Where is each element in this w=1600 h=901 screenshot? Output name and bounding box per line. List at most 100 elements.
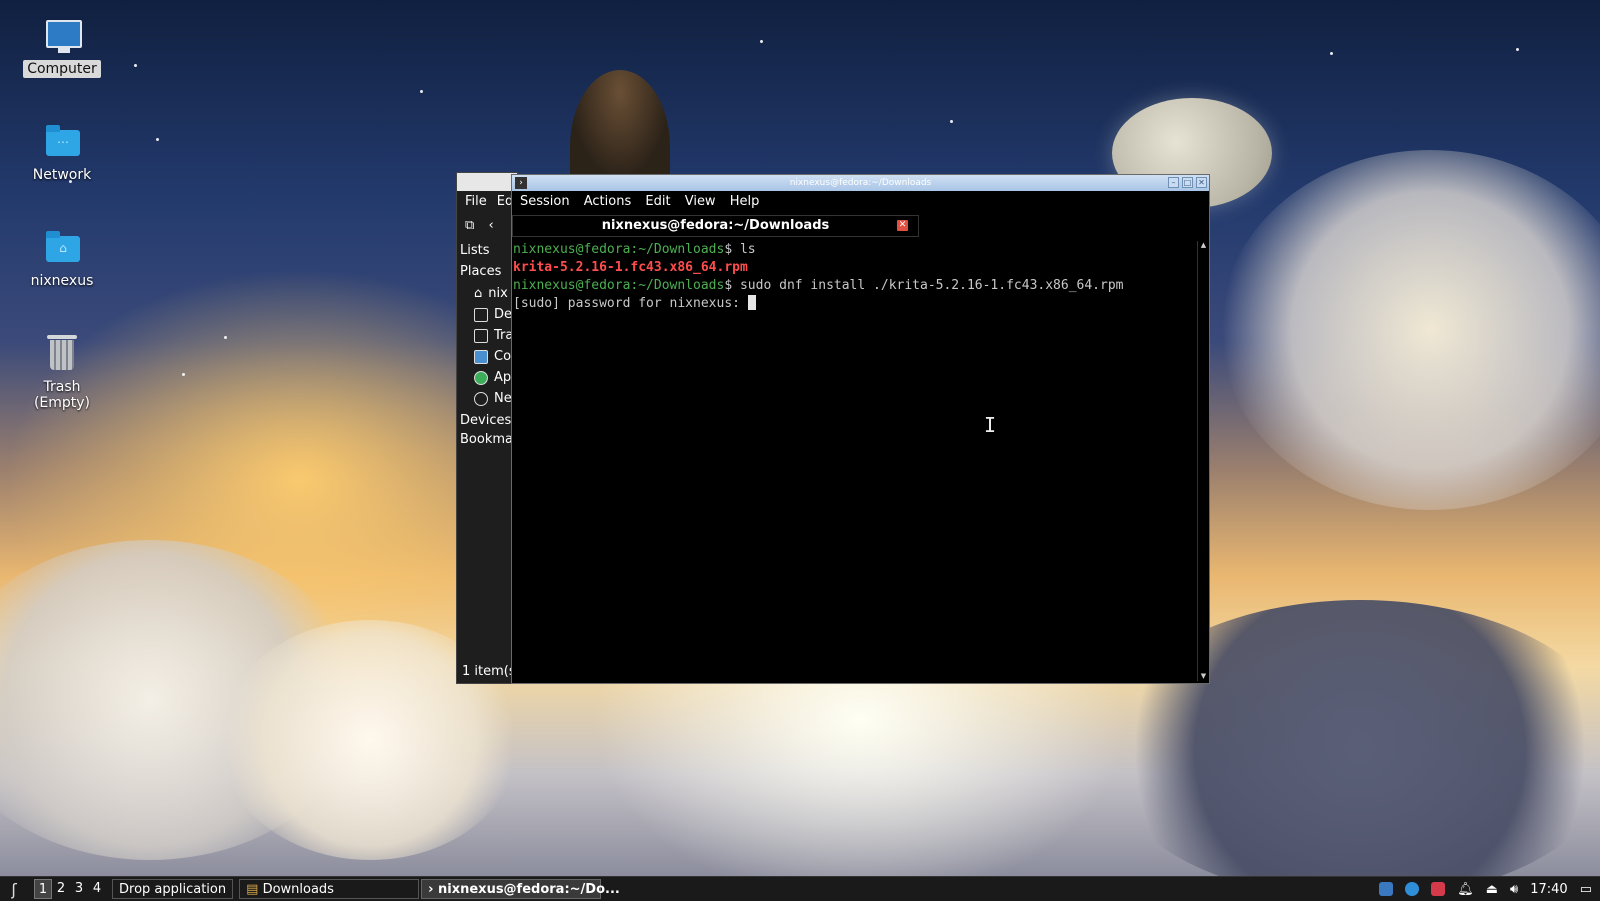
- sidebar-devices-label[interactable]: Devices: [460, 409, 517, 432]
- menu-actions[interactable]: Actions: [584, 194, 632, 209]
- computer-icon: [474, 349, 488, 364]
- sidebar-item-label: De: [494, 307, 513, 322]
- update-notifier-icon[interactable]: [1405, 882, 1420, 896]
- network-manager-icon[interactable]: [1379, 882, 1394, 896]
- network-icon: [474, 391, 488, 406]
- terminal-command: $ ls: [724, 242, 756, 257]
- sidebar-item-home[interactable]: ⌂ nix: [460, 283, 517, 304]
- sidebar-places-label[interactable]: Places: [460, 262, 517, 283]
- wallpaper-star: [134, 64, 137, 67]
- clock[interactable]: 17:40: [1530, 882, 1567, 897]
- terminal-screen[interactable]: nixnexus@fedora:~/Downloads$ ls krita-5.2…: [513, 241, 1197, 681]
- show-desktop-icon[interactable]: ▭: [1580, 882, 1592, 897]
- scroll-up-arrow-icon[interactable]: ▲: [1199, 241, 1208, 250]
- file-manager-titlebar[interactable]: [457, 173, 517, 191]
- terminal-window[interactable]: › nixnexus@fedora:~/Downloads – □ ✕ Sess…: [511, 174, 1210, 684]
- terminal-app-icon: ›: [515, 177, 527, 189]
- task-button-terminal[interactable]: › nixnexus@fedora:~/Do...: [421, 879, 620, 899]
- sidebar-item-label: Co: [494, 349, 512, 364]
- sidebar-bookmarks-label[interactable]: Bookmar: [460, 432, 517, 451]
- desktop-icon-computer[interactable]: Computer: [12, 16, 112, 78]
- menu-file[interactable]: File: [465, 194, 487, 209]
- system-tray: 🔔︎ ⏏ 🔊︎ 17:40 ▭: [1379, 882, 1600, 897]
- text-cursor: [747, 295, 756, 310]
- workspace-button[interactable]: 1: [34, 879, 52, 899]
- file-manager-window[interactable]: File Ed ⧉ ‹ Lists Places ⌂ nix De Tra Co A…: [456, 172, 518, 684]
- sidebar-lists-label[interactable]: Lists: [460, 239, 517, 262]
- wallpaper-star: [1516, 48, 1519, 51]
- app-menu-fedora-icon[interactable]: ʃ: [0, 880, 28, 899]
- menu-edit[interactable]: Edit: [645, 194, 670, 209]
- desktop-icon-label: Computer: [23, 60, 101, 78]
- new-tab-icon[interactable]: ⧉: [465, 218, 474, 233]
- menu-view[interactable]: View: [685, 194, 716, 209]
- terminal-command: $ sudo dnf install ./krita-5.2.16-1.fc43…: [724, 278, 1124, 293]
- sudo-password-prompt: [sudo] password for nixnexus:: [513, 296, 748, 311]
- sidebar-item-applications[interactable]: Ap: [460, 367, 517, 388]
- terminal-menubar: Session Actions Edit View Help: [512, 191, 1209, 213]
- wallpaper-star: [224, 336, 227, 339]
- workspace-button[interactable]: 3: [70, 879, 88, 899]
- home-icon: ⌂: [474, 286, 483, 301]
- desktop-icon: [474, 307, 488, 322]
- workspace-switcher: 1 2 3 4: [34, 879, 106, 899]
- security-shield-icon[interactable]: [1431, 882, 1446, 896]
- desktop-icon-label: nixnexus: [30, 273, 94, 289]
- file-manager-menubar: File Ed: [457, 191, 517, 213]
- terminal-line: krita-5.2.16-1.fc43.x86_64.rpm: [513, 259, 1197, 277]
- task-button-downloads[interactable]: ▤ Downloads: [239, 879, 420, 899]
- file-manager-toolbar: ⧉ ‹: [457, 213, 517, 239]
- sidebar-item-label: nix: [488, 286, 508, 301]
- taskbar: ʃ 1 2 3 4 Drop application ▤ Downloads ›…: [0, 876, 1600, 901]
- workspace-button[interactable]: 4: [88, 879, 106, 899]
- applications-icon: [474, 370, 488, 385]
- terminal-tab[interactable]: nixnexus@fedora:~/Downloads ✕: [512, 215, 919, 237]
- wallpaper-rocket: [570, 70, 670, 180]
- volume-icon[interactable]: 🔊︎: [1510, 882, 1518, 897]
- scroll-down-arrow-icon[interactable]: ▼: [1199, 672, 1208, 681]
- terminal-tab-label: nixnexus@fedora:~/Downloads: [601, 218, 830, 233]
- trash-icon: [474, 328, 488, 343]
- network-folder-icon: ⋯: [46, 125, 80, 156]
- wallpaper-star: [182, 373, 185, 376]
- terminal-titlebar[interactable]: › nixnexus@fedora:~/Downloads – □ ✕: [512, 175, 1209, 191]
- menu-session[interactable]: Session: [520, 194, 570, 209]
- home-folder-icon: ⌂: [46, 231, 80, 262]
- workspace-button[interactable]: 2: [52, 879, 70, 899]
- terminal-icon: ›: [428, 882, 434, 897]
- terminal-prompt: nixnexus@fedora:~/Downloads: [513, 242, 725, 257]
- file-manager-sidebar: Lists Places ⌂ nix De Tra Co Ap Ne Device…: [457, 239, 517, 451]
- computer-icon: [46, 20, 82, 53]
- terminal-scrollbar[interactable]: ▲ ▼: [1197, 241, 1209, 681]
- sidebar-item-trash[interactable]: Tra: [460, 325, 517, 346]
- terminal-tabbar: nixnexus@fedora:~/Downloads ✕: [512, 213, 1209, 237]
- desktop-icon-trash[interactable]: Trash (Empty): [12, 334, 112, 412]
- sidebar-item-label: Ne: [494, 391, 512, 406]
- drop-application-button[interactable]: Drop application: [112, 879, 234, 899]
- desktop-icon-network[interactable]: ⋯ Network: [12, 122, 112, 184]
- desktop-icon-label: Trash (Empty): [33, 379, 91, 411]
- minimize-button[interactable]: –: [1168, 177, 1179, 188]
- terminal-line: nixnexus@fedora:~/Downloads$ ls: [513, 241, 1197, 259]
- terminal-window-title: nixnexus@fedora:~/Downloads: [789, 178, 932, 188]
- task-label: nixnexus@fedora:~/Do...: [438, 882, 620, 897]
- menu-help[interactable]: Help: [730, 194, 760, 209]
- close-tab-icon[interactable]: ✕: [897, 220, 908, 231]
- sidebar-item-computer[interactable]: Co: [460, 346, 517, 367]
- sidebar-item-network[interactable]: Ne: [460, 388, 517, 409]
- mouse-ibeam-cursor-icon: I: [984, 413, 997, 437]
- wallpaper-cloud: [1220, 150, 1600, 510]
- wallpaper-star: [1330, 52, 1333, 55]
- file-manager-icon: ▤: [246, 882, 259, 897]
- desktop-icon-home[interactable]: ⌂ nixnexus: [12, 228, 112, 290]
- desktop-icon-label: Network: [32, 167, 92, 183]
- removable-media-icon[interactable]: ⏏: [1486, 882, 1498, 897]
- back-arrow-icon[interactable]: ‹: [488, 218, 493, 233]
- close-button[interactable]: ✕: [1196, 177, 1207, 188]
- wallpaper-star: [156, 138, 159, 141]
- wallpaper-star: [950, 120, 953, 123]
- trash-icon: [47, 335, 77, 370]
- notification-bell-icon[interactable]: 🔔︎: [1457, 882, 1474, 897]
- sidebar-item-desktop[interactable]: De: [460, 304, 517, 325]
- maximize-button[interactable]: □: [1182, 177, 1193, 188]
